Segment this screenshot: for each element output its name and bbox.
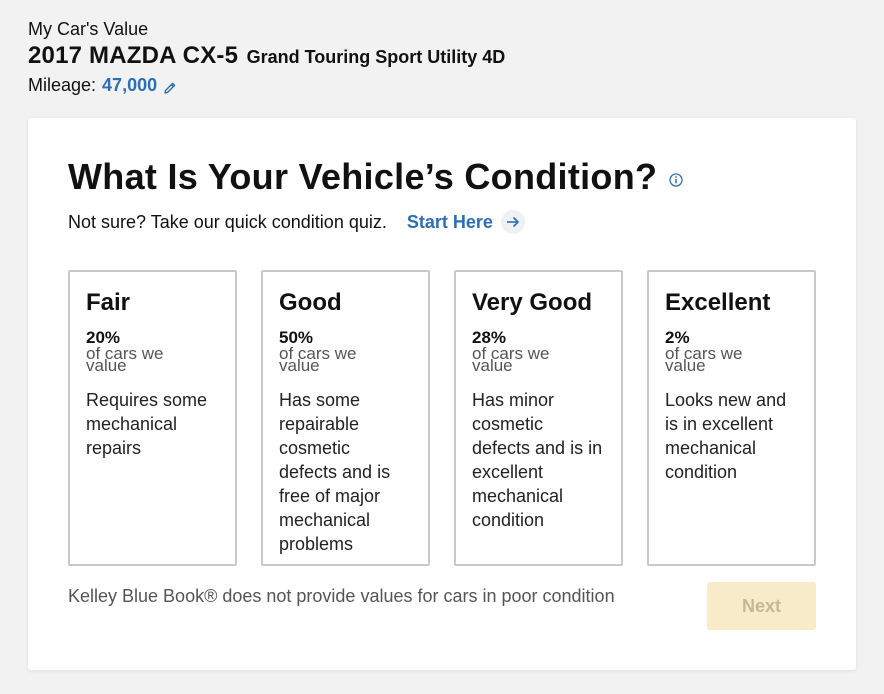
vehicle-title: 2017 MAZDA CX-5 Grand Touring Sport Util… bbox=[28, 42, 505, 73]
vehicle-trim: Grand Touring Sport Utility 4D bbox=[246, 47, 506, 67]
quiz-row: Not sure? Take our quick condition quiz.… bbox=[68, 210, 525, 234]
option-description: Requires some mechanical repairs bbox=[86, 390, 208, 458]
mileage-label: Mileage: bbox=[28, 75, 97, 95]
condition-options: Fair 20% of cars we value Requires some … bbox=[68, 270, 816, 566]
vehicle-year-make-model: 2017 MAZDA CX-5 bbox=[28, 42, 239, 69]
option-percent-caption: of cars we value bbox=[86, 344, 164, 375]
arrow-right-icon bbox=[500, 210, 525, 234]
condition-option-fair[interactable]: Fair 20% of cars we value Requires some … bbox=[68, 270, 237, 566]
page-title: What Is Your Vehicle’s Condition? bbox=[68, 156, 658, 197]
pencil-icon[interactable] bbox=[163, 78, 177, 94]
vehicle-header: My Car's Value 2017 MAZDA CX-5 Grand Tou… bbox=[28, 18, 505, 96]
option-percent-caption: of cars we value bbox=[665, 344, 743, 375]
start-here-label: Start Here bbox=[406, 212, 493, 232]
condition-option-good[interactable]: Good 50% of cars we value Has some repai… bbox=[261, 270, 430, 566]
option-percent-caption: of cars we value bbox=[472, 344, 550, 375]
condition-option-very-good[interactable]: Very Good 28% of cars we value Has minor… bbox=[454, 270, 623, 566]
condition-card: What Is Your Vehicle’s Condition? Not su… bbox=[28, 118, 856, 670]
start-here-link[interactable]: Start Here bbox=[407, 210, 525, 234]
mileage-row: Mileage: 47,000 bbox=[28, 74, 505, 96]
option-description: Has some repairable cosmetic defects and… bbox=[279, 390, 391, 554]
option-name: Good bbox=[279, 289, 342, 316]
option-name: Very Good bbox=[472, 289, 593, 316]
condition-option-excellent[interactable]: Excellent 2% of cars we value Looks new … bbox=[647, 270, 816, 566]
disclaimer-text: Kelley Blue Book® does not provide value… bbox=[68, 586, 615, 606]
next-button[interactable]: Next bbox=[707, 582, 816, 630]
info-icon[interactable] bbox=[669, 173, 683, 187]
page-kicker: My Car's Value bbox=[28, 19, 149, 39]
option-name: Fair bbox=[86, 289, 131, 316]
option-name: Excellent bbox=[665, 289, 771, 316]
option-description: Has minor cosmetic defects and is in exc… bbox=[472, 390, 603, 530]
option-description: Looks new and is in excellent mechanical… bbox=[665, 390, 787, 482]
mileage-value[interactable]: 47,000 bbox=[102, 74, 157, 96]
title-row: What Is Your Vehicle’s Condition? bbox=[68, 156, 683, 198]
quiz-prompt: Not sure? Take our quick condition quiz. bbox=[68, 212, 387, 232]
option-percent-caption: of cars we value bbox=[279, 344, 357, 375]
